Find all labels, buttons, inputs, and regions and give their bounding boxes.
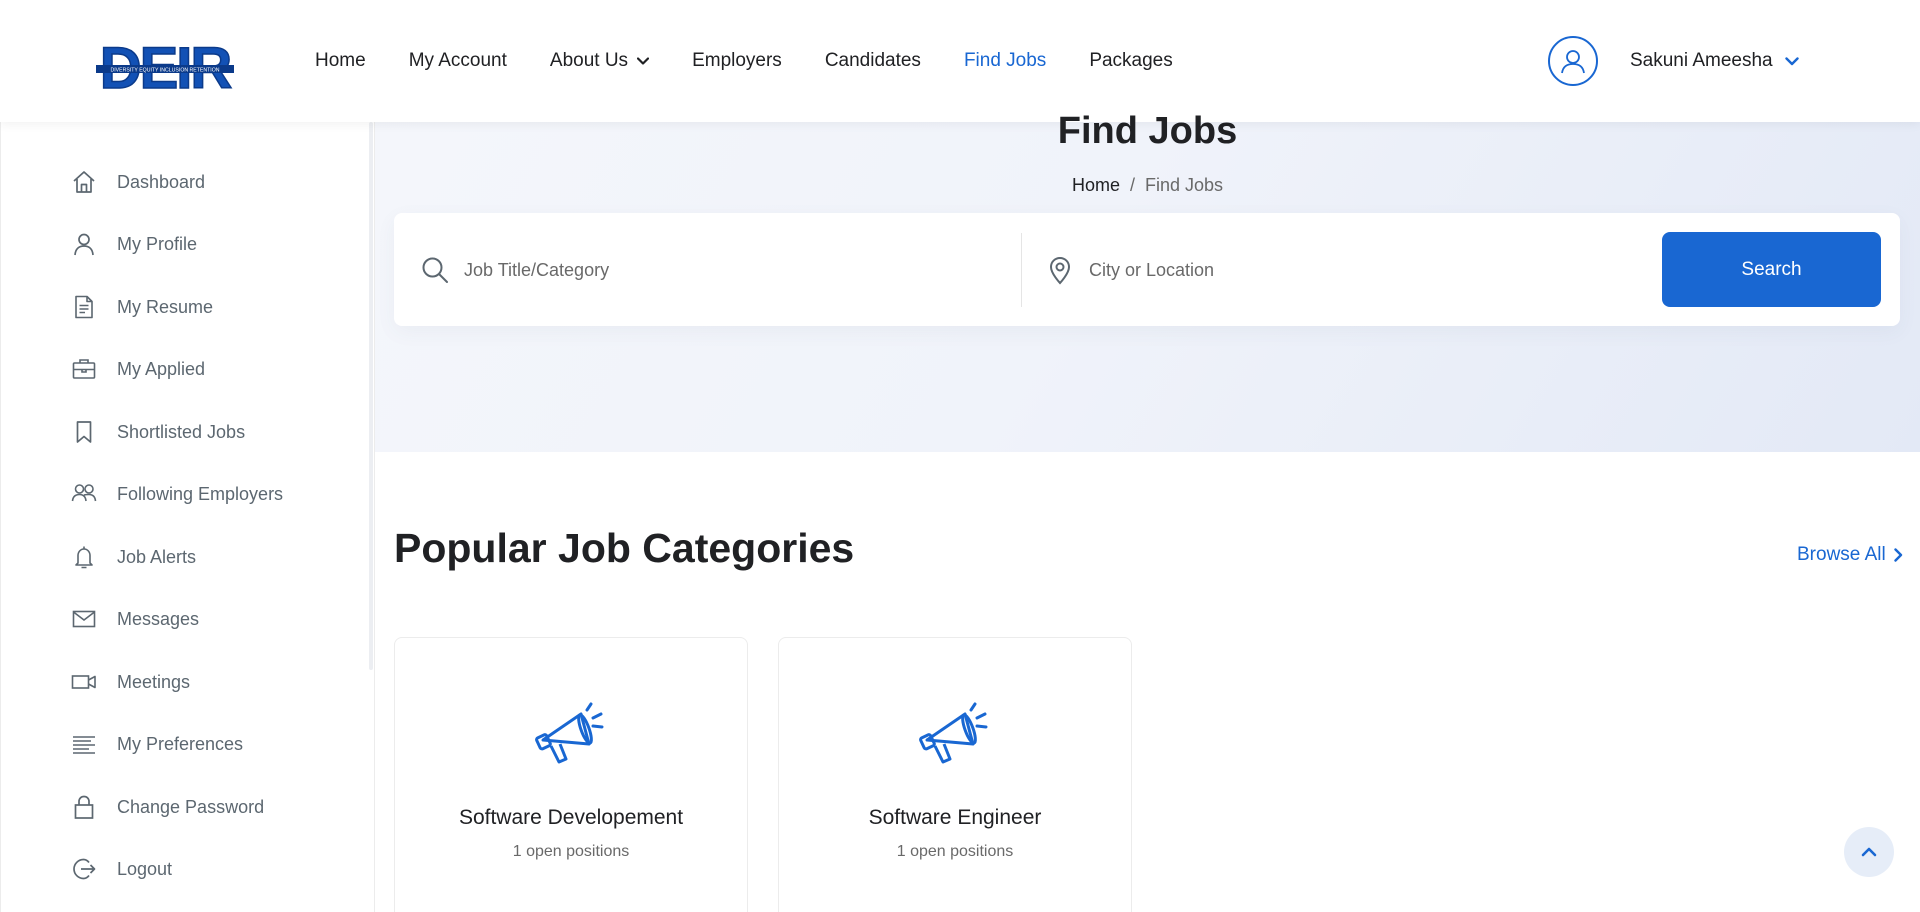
category-count: 1 open positions [512,843,630,860]
sidebar-item-label: My Applied [117,358,206,379]
job-title-field[interactable]: Job Title/Category [420,233,1014,307]
category-card-software-engineer[interactable]: Software Engineer 1 open positions [778,637,1132,912]
document-icon [71,294,97,320]
nav-about-us-label: About Us [549,50,629,71]
sidebar-item-label: Logout [117,858,173,879]
sidebar-scrollbar[interactable] [369,122,373,670]
sidebar-item-my-profile[interactable]: My Profile [71,229,197,259]
nav-packages-label: Packages [1089,50,1173,71]
bookmark-icon [71,419,97,445]
user-menu[interactable]: Sakuni Ameesha [1548,36,1799,86]
search-button[interactable]: Search [1662,232,1881,307]
bell-icon [71,544,97,570]
sidebar-item-messages[interactable]: Messages [71,604,199,634]
map-pin-icon [1045,255,1075,285]
nav-packages[interactable]: Packages [1089,50,1172,72]
job-title-input[interactable]: Job Title/Category [464,260,609,281]
sidebar-item-my-applied[interactable]: My Applied [71,354,205,384]
job-search-form: Job Title/Category City or Location Sear… [394,213,1900,326]
breadcrumb-current: Find Jobs [1144,175,1224,195]
sidebar-item-label: Shortlisted Jobs [117,421,246,442]
category-title: Software Engineer [868,806,1042,829]
location-input[interactable]: City or Location [1089,260,1214,281]
avatar[interactable] [1548,36,1598,86]
sidebar-item-label: My Profile [117,233,198,254]
sidebar-item-label: My Preferences [117,733,244,754]
logo-tagline: DIVERSITY EQUITY INCLUSION RETENTION [110,68,219,74]
briefcase-icon [71,356,97,382]
page-title: Find Jobs [1057,110,1238,152]
envelope-icon [71,606,97,632]
sidebar-item-shortlisted-jobs[interactable]: Shortlisted Jobs [71,417,245,447]
sidebar-item-meetings[interactable]: Meetings [71,667,190,697]
sidebar-item-job-alerts[interactable]: Job Alerts [71,542,196,572]
user-icon [71,231,97,257]
user-avatar-icon [1561,50,1585,74]
nav-employers[interactable]: Employers [692,50,782,72]
chevron-up-icon [1861,847,1877,857]
breadcrumb-separator: / [1129,175,1135,195]
chevron-down-icon[interactable] [1784,56,1799,66]
sidebar-item-label: Change Password [117,796,265,817]
user-name[interactable]: Sakuni Ameesha [1630,50,1773,72]
nav-about-us[interactable]: About Us [549,50,650,72]
breadcrumb: Home / Find Jobs [375,175,1920,196]
sidebar-item-label: Dashboard [117,171,206,192]
sidebar-item-label: Meetings [117,671,191,692]
nav-my-account[interactable]: My Account [409,50,507,72]
sidebar-item-following-employers[interactable]: Following Employers [71,479,283,509]
sidebar-item-label: Job Alerts [117,546,197,567]
scroll-to-top-button[interactable] [1844,827,1894,877]
megaphone-icon [535,702,604,764]
nav-find-jobs[interactable]: Find Jobs [964,50,1046,72]
search-divider [1021,233,1022,307]
nav-employers-label: Employers [692,50,782,71]
category-count: 1 open positions [896,843,1014,860]
sidebar-item-label: Messages [117,608,200,629]
sidebar-item-change-password[interactable]: Change Password [71,792,264,822]
nav-my-account-label: My Account [408,50,507,71]
megaphone-icon [919,702,988,764]
browse-all-label: Browse All [1797,544,1886,565]
nav-home-label: Home [315,50,366,71]
section-title: Popular Job Categories [394,525,855,571]
main-nav: Home My Account About Us Employers Candi… [315,48,1216,74]
location-field[interactable]: City or Location [1045,233,1545,307]
nav-home[interactable]: Home [315,50,366,72]
sidebar-item-label: Following Employers [117,483,284,504]
nav-candidates[interactable]: Candidates [825,50,921,72]
sidebar-item-my-preferences[interactable]: My Preferences [71,729,243,759]
lock-icon [71,794,97,820]
nav-find-jobs-label: Find Jobs [963,50,1047,71]
sidebar-item-label: My Resume [117,296,214,317]
video-icon [71,669,97,695]
sidebar-item-my-resume[interactable]: My Resume [71,292,213,322]
home-icon [71,169,97,195]
sidebar-item-logout[interactable]: Logout [71,854,172,884]
sidebar-item-dashboard[interactable]: Dashboard [71,167,205,197]
chevron-down-icon [637,57,650,65]
chevron-right-icon [1894,548,1902,562]
category-card-software-developement[interactable]: Software Developement 1 open positions [394,637,748,912]
dashboard-sidebar: Dashboard My Profile My Resume My Applie… [0,122,375,912]
search-icon [420,255,450,285]
nav-candidates-label: Candidates [824,50,921,71]
browse-all-link[interactable]: Browse All [1797,544,1903,566]
breadcrumb-home[interactable]: Home [1072,175,1120,196]
site-header: DEIR DIVERSITY EQUITY INCLUSION RETENTIO… [0,0,1920,122]
logout-icon [71,856,97,882]
category-title: Software Developement [458,806,684,829]
lines-icon [71,731,97,757]
users-icon [71,481,97,507]
site-logo[interactable]: DEIR DIVERSITY EQUITY INCLUSION RETENTIO… [94,36,236,102]
